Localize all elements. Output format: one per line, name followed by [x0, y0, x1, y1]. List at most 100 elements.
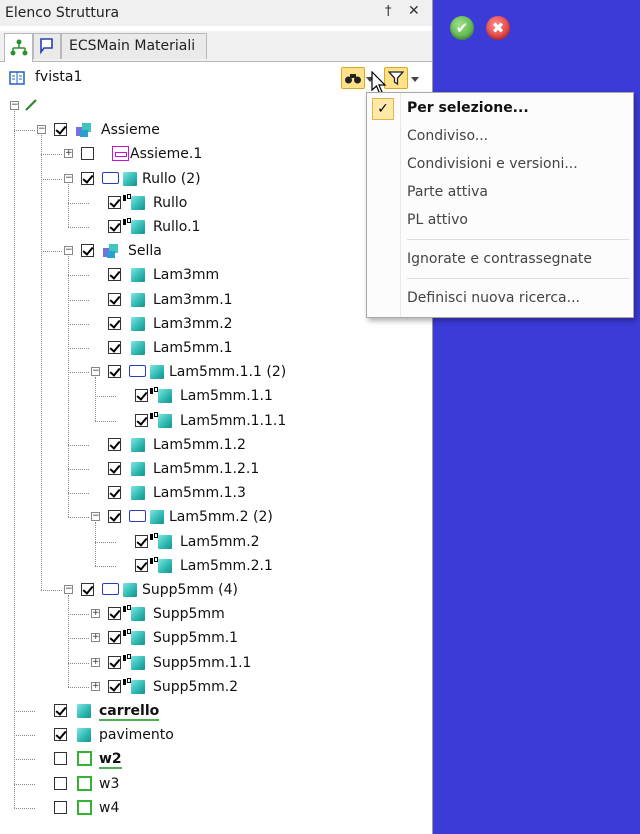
- visibility-checkbox[interactable]: [108, 316, 121, 330]
- collapse-toggle[interactable]: −: [91, 367, 100, 377]
- expand-toggle[interactable]: +: [91, 609, 100, 619]
- visibility-checkbox[interactable]: [54, 728, 67, 742]
- visibility-checkbox[interactable]: [135, 389, 148, 403]
- visibility-checkbox[interactable]: [108, 462, 121, 475]
- collapse-toggle[interactable]: −: [64, 173, 73, 183]
- visibility-checkbox[interactable]: [108, 607, 121, 621]
- link-icon: [150, 411, 158, 420]
- menu-item-ignorate-contrassegnate[interactable]: Ignorate e contrassegnate: [407, 251, 592, 267]
- cancel-button[interactable]: ✖: [486, 16, 510, 40]
- visibility-checkbox[interactable]: [108, 268, 121, 282]
- menu-item-condivisioni-versioni[interactable]: Condivisioni e versioni...: [407, 156, 578, 172]
- menu-item-per-selezione[interactable]: Per selezione...: [407, 100, 529, 116]
- assembly-icon: [76, 123, 91, 138]
- collapse-toggle[interactable]: −: [91, 512, 100, 522]
- tree-row[interactable]: + Supp5mm.1: [0, 626, 432, 650]
- visibility-checkbox[interactable]: [54, 123, 67, 137]
- visibility-checkbox[interactable]: [81, 583, 94, 596]
- visibility-checkbox[interactable]: [108, 220, 121, 233]
- folder-icon: [102, 583, 119, 595]
- visibility-checkbox[interactable]: [81, 171, 94, 185]
- tree-node-label: Assieme: [101, 122, 160, 139]
- tree-row[interactable]: Lam5mm.1.2: [0, 433, 432, 457]
- tree-row[interactable]: − Lam5mm.2 (2): [0, 505, 432, 529]
- tree-connector: [41, 590, 62, 591]
- part-icon: [131, 462, 145, 476]
- tree-row[interactable]: w4: [0, 796, 432, 820]
- visibility-checkbox[interactable]: [54, 800, 67, 814]
- tree-node-label: Lam5mm.1: [153, 340, 233, 356]
- tree-guide-line: [14, 111, 15, 808]
- tree-row[interactable]: carrello: [0, 699, 432, 723]
- flag-icon: [40, 38, 53, 55]
- tree-connector: [68, 299, 89, 301]
- visibility-checkbox[interactable]: [108, 195, 121, 209]
- visibility-checkbox[interactable]: [108, 655, 121, 669]
- tree-row[interactable]: Lam5mm.1.1: [0, 384, 432, 408]
- visibility-checkbox[interactable]: [81, 244, 94, 258]
- expand-toggle[interactable]: +: [64, 149, 73, 159]
- visibility-checkbox[interactable]: [135, 534, 148, 548]
- tree-row[interactable]: w3: [0, 772, 432, 796]
- expand-toggle[interactable]: +: [91, 681, 100, 691]
- collapse-toggle[interactable]: −: [10, 101, 19, 110]
- tree-row[interactable]: + Supp5mm: [0, 602, 432, 626]
- menu-item-parte-attiva[interactable]: Parte attiva: [407, 184, 488, 200]
- menu-separator: [407, 239, 629, 240]
- tab-structure[interactable]: [4, 33, 33, 62]
- pin-icon[interactable]: †: [385, 4, 392, 19]
- visibility-checkbox[interactable]: [108, 486, 121, 500]
- filter-dropdown-arrow-icon[interactable]: [411, 77, 419, 82]
- menu-check-icon: ✓: [372, 98, 394, 120]
- visibility-checkbox[interactable]: [108, 679, 121, 693]
- tree-node-label: Supp5mm (4): [142, 582, 238, 598]
- visibility-checkbox[interactable]: [81, 147, 94, 161]
- collapse-toggle[interactable]: −: [37, 125, 46, 135]
- visibility-checkbox[interactable]: [108, 292, 121, 306]
- part-icon: [131, 486, 145, 501]
- tree-row[interactable]: Lam5mm.1.3: [0, 481, 432, 505]
- tree-row[interactable]: − Supp5mm (4): [0, 578, 432, 602]
- visibility-checkbox[interactable]: [108, 365, 121, 379]
- collapse-toggle[interactable]: −: [64, 585, 73, 594]
- tree-node-label: w2: [99, 751, 122, 770]
- panel-titlebar: Elenco Struttura † ✕: [0, 0, 432, 26]
- close-icon[interactable]: ✕: [408, 3, 420, 19]
- tree-row[interactable]: Lam5mm.2: [0, 530, 432, 554]
- tree-row[interactable]: Lam5mm.1: [0, 336, 432, 360]
- tree-row[interactable]: + Supp5mm.1.1: [0, 651, 432, 675]
- confirm-button[interactable]: ✔: [450, 16, 474, 40]
- tree-connector: [41, 178, 62, 180]
- menu-item-pl-attivo[interactable]: PL attivo: [407, 212, 468, 228]
- tree-row[interactable]: + Supp5mm.2: [0, 675, 432, 699]
- menu-item-condiviso[interactable]: Condiviso...: [407, 128, 488, 144]
- visibility-checkbox[interactable]: [54, 776, 67, 790]
- link-icon: [150, 556, 158, 565]
- tree-row[interactable]: − Lam5mm.1.1 (2): [0, 360, 432, 384]
- visibility-checkbox[interactable]: [108, 510, 121, 524]
- tree-row[interactable]: Lam5mm.1.1.1: [0, 409, 432, 433]
- visibility-checkbox[interactable]: [54, 752, 67, 766]
- tree-node-label: Lam5mm.1.1: [180, 388, 273, 405]
- tree-row[interactable]: pavimento: [0, 723, 432, 747]
- link-icon: [123, 605, 131, 613]
- visibility-checkbox[interactable]: [108, 437, 121, 451]
- tree-row[interactable]: Lam5mm.1.2.1: [0, 457, 432, 481]
- tab-ecsmain-materiali[interactable]: ECSMain Materiali: [61, 33, 207, 59]
- tree-row[interactable]: Lam5mm.2.1: [0, 554, 432, 578]
- visibility-checkbox[interactable]: [108, 631, 121, 645]
- find-button[interactable]: [341, 67, 365, 89]
- expand-toggle[interactable]: +: [91, 633, 100, 643]
- collapse-toggle[interactable]: −: [64, 246, 73, 256]
- tree-row[interactable]: w2: [0, 747, 432, 771]
- tree-node-label: Lam5mm.1.2: [153, 436, 246, 453]
- visibility-checkbox[interactable]: [54, 704, 67, 717]
- visibility-checkbox[interactable]: [135, 558, 148, 572]
- expand-toggle[interactable]: +: [91, 657, 100, 667]
- menu-item-definisci-ricerca[interactable]: Definisci nuova ricerca...: [407, 290, 580, 306]
- tab-flag[interactable]: [33, 33, 61, 59]
- tree-connector: [68, 517, 89, 519]
- visibility-checkbox[interactable]: [135, 413, 148, 427]
- visibility-checkbox[interactable]: [108, 341, 121, 354]
- part-icon: [131, 268, 145, 283]
